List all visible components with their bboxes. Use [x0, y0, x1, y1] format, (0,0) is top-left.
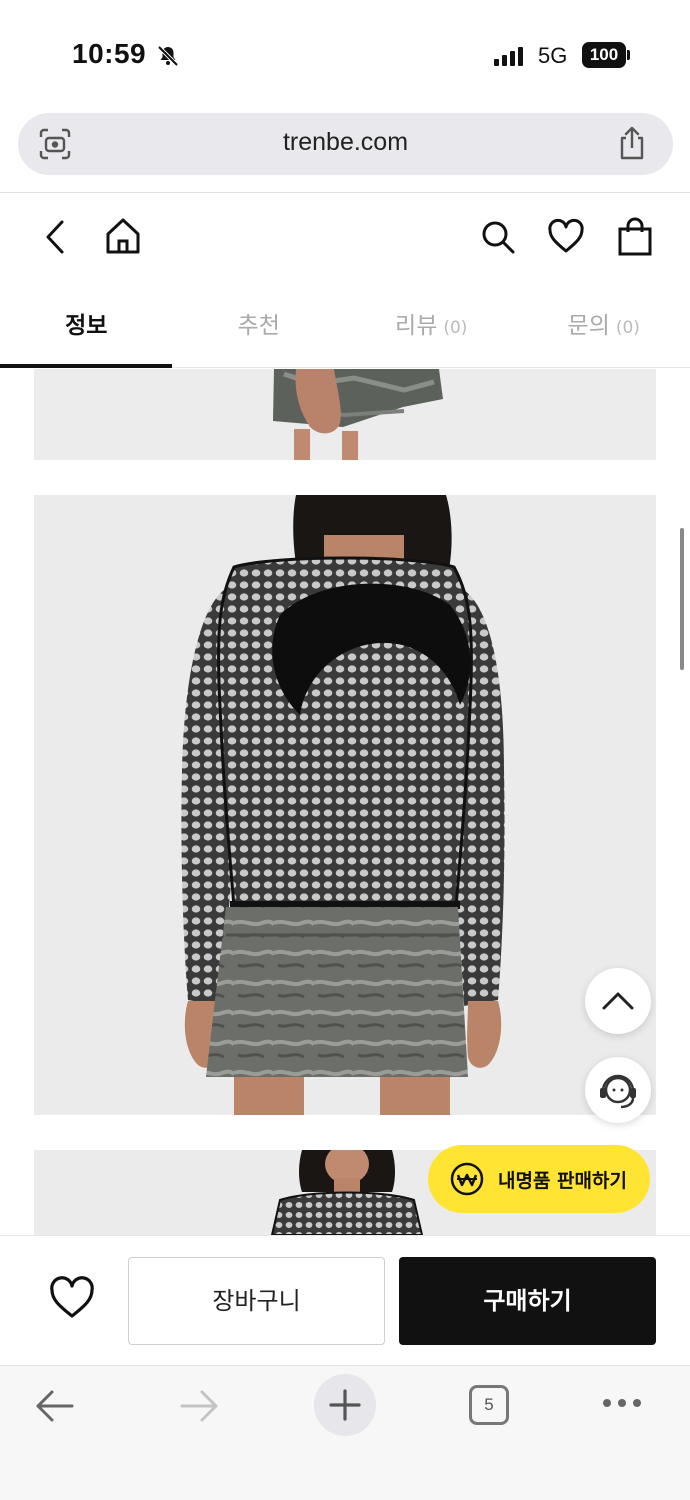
chevron-up-icon — [602, 992, 634, 1010]
bell-off-icon — [157, 45, 179, 67]
product-image — [34, 369, 656, 460]
tab-label: 정보 — [65, 313, 108, 339]
battery-level: 100 — [582, 42, 626, 68]
tab-count-button[interactable]: 5 — [469, 1385, 509, 1425]
tab-label: 추천 — [237, 313, 280, 339]
status-time: 10:59 — [72, 38, 147, 69]
battery-tip — [627, 50, 630, 60]
product-photo-skirt-bottom — [34, 369, 656, 460]
wishlist-heart-icon[interactable] — [48, 1276, 96, 1320]
tab-reviews[interactable]: 리뷰 (0) — [345, 290, 518, 367]
sell-label: 내명품 판매하기 — [498, 1169, 627, 1192]
won-coin-icon — [450, 1162, 484, 1196]
sell-my-luxury-button[interactable]: 내명품 판매하기 — [428, 1145, 650, 1213]
heart-icon[interactable] — [547, 218, 585, 254]
tab-inquiry[interactable]: 문의 (0) — [518, 290, 690, 367]
arrow-left-icon[interactable] — [34, 1388, 76, 1424]
headset-agent-icon — [600, 1074, 636, 1109]
active-tab-indicator — [0, 364, 172, 368]
address-bar[interactable]: trenbe.com — [18, 113, 673, 175]
add-to-cart-button[interactable]: 장바구니 — [128, 1257, 385, 1345]
buy-now-button[interactable]: 구매하기 — [399, 1257, 656, 1345]
tab-count: (0) — [615, 318, 640, 338]
product-photo-back-view — [34, 495, 656, 1115]
network-type: 5G — [538, 43, 568, 68]
tab-label: 문의 — [567, 313, 610, 339]
url-text[interactable]: trenbe.com — [18, 128, 673, 157]
purchase-bar: 장바구니 구매하기 — [0, 1235, 690, 1365]
battery-icon: 100 — [582, 42, 630, 68]
scrollbar[interactable] — [680, 528, 684, 670]
tab-recommend[interactable]: 추천 — [173, 290, 346, 367]
more-options-icon[interactable] — [602, 1396, 642, 1410]
arrow-right-icon[interactable] — [178, 1388, 220, 1424]
cellular-signal-icon — [494, 47, 523, 66]
tab-label: 리뷰 — [395, 313, 438, 339]
new-tab-button[interactable] — [314, 1374, 376, 1436]
plus-icon — [329, 1389, 361, 1421]
tab-info[interactable]: 정보 — [0, 290, 173, 367]
home-icon[interactable] — [104, 216, 142, 256]
shopping-bag-icon[interactable] — [616, 217, 654, 257]
product-image-main — [34, 495, 656, 1115]
customer-service-button[interactable] — [585, 1057, 651, 1123]
divider — [0, 192, 690, 193]
back-icon[interactable] — [40, 218, 72, 256]
browser-toolbar: 5 — [0, 1365, 690, 1500]
tab-count: (0) — [443, 318, 468, 338]
scroll-to-top-button[interactable] — [585, 968, 651, 1034]
search-icon[interactable] — [480, 218, 516, 256]
status-bar: 10:59 5G 100 — [0, 0, 690, 100]
share-icon[interactable] — [616, 125, 648, 161]
product-tabs: 정보 추천 리뷰 (0) 문의 (0) — [0, 290, 690, 368]
